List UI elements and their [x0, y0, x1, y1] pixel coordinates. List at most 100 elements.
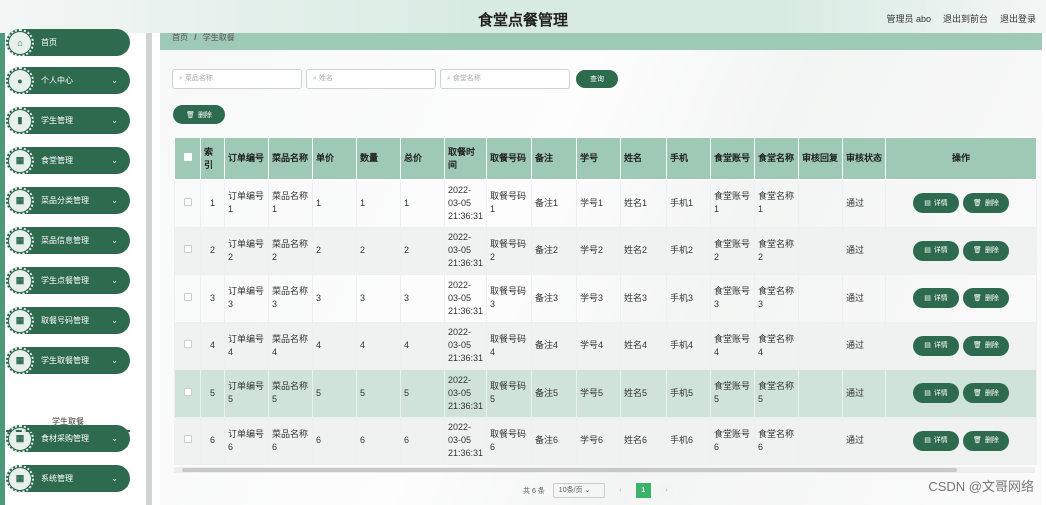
sidebar-item-5[interactable]: ▦ 菜品信息管理 ⌄ — [6, 226, 130, 255]
sidebar-item-1[interactable]: ● 个人中心 ⌄ — [6, 66, 130, 95]
sidebar-item-3[interactable]: ▦ 食堂管理 ⌄ — [6, 146, 130, 175]
cell-code: 取餐号码2 — [486, 226, 532, 275]
column-header[interactable]: 姓名 — [620, 137, 667, 180]
back-to-front-link[interactable]: 退出到前台 — [943, 12, 988, 25]
column-header[interactable]: 数量 — [356, 137, 401, 180]
row-checkbox[interactable] — [174, 179, 201, 228]
cell-idx: 6 — [200, 416, 225, 465]
page-1-button[interactable]: 1 — [635, 483, 651, 498]
column-header[interactable]: 订单编号 — [224, 137, 269, 180]
detail-button[interactable]: ▤ 详情 — [914, 241, 958, 260]
grid-icon: ▦ — [6, 266, 34, 295]
main-content: 首页 / 学生取餐 ⌕ 菜品名称 ⌕ 姓名 ⌕ 食堂名称 查询 🗑 删除 索引 订单… — [160, 33, 1042, 505]
sidebar-item-label: 菜品分类管理 — [41, 196, 89, 205]
cell-note: 备注3 — [531, 274, 577, 323]
column-header[interactable]: 审核回复 — [798, 137, 843, 180]
row-checkbox[interactable] — [174, 226, 201, 275]
column-header[interactable]: 审核状态 — [842, 137, 886, 180]
prev-page-button[interactable]: ‹ — [612, 483, 628, 498]
search-button[interactable]: 查询 — [577, 71, 617, 87]
sidebar-item-0[interactable]: ⌂ 首页 — [6, 28, 130, 57]
delete-label: 删除 — [984, 342, 999, 350]
chevron-down-icon: ⌄ — [111, 236, 118, 245]
delete-button[interactable]: 🗑 删除 — [964, 336, 1008, 355]
sidebar-item-4[interactable]: ▦ 菜品分类管理 ⌄ — [6, 186, 130, 215]
column-header[interactable]: 学号 — [576, 137, 621, 180]
detail-button[interactable]: ▤ 详情 — [914, 384, 958, 403]
next-page-button[interactable]: › — [658, 483, 674, 498]
detail-button[interactable]: ▤ 详情 — [914, 289, 958, 308]
sidebar-item-10[interactable]: ▦ 系统管理 ⌄ — [6, 464, 130, 493]
menu-glyph: ▦ — [15, 275, 25, 285]
logout-link[interactable]: 退出登录 — [1000, 12, 1036, 25]
sidebar-item-8[interactable]: ▦ 学生取餐管理 ⌄ — [6, 346, 130, 375]
sidebar-item-7[interactable]: ▦ 取餐号码管理 ⌄ — [6, 306, 130, 335]
column-header[interactable]: 取餐时间 — [444, 137, 487, 180]
cell-acct: 食堂账号5 — [710, 369, 755, 418]
delete-button[interactable]: 🗑 删除 — [964, 194, 1008, 213]
table-row[interactable]: 5 订单编号5 菜品名称5 5 5 5 2022-03-05 21:36:31 取餐号码5 备注… — [174, 369, 1037, 418]
row-checkbox[interactable] — [174, 369, 201, 418]
delete-button[interactable]: 🗑 删除 — [964, 289, 1008, 308]
menu-glyph: ⌂ — [17, 37, 23, 48]
cell-cname: 食堂名称4 — [754, 321, 799, 370]
column-header[interactable]: 操作 — [885, 137, 1037, 180]
column-header[interactable]: 手机 — [666, 137, 711, 180]
row-checkbox[interactable] — [174, 321, 201, 370]
column-header[interactable]: 备注 — [531, 137, 577, 180]
cell-dish: 菜品名称3 — [268, 274, 313, 323]
grid-icon: ▦ — [6, 226, 34, 255]
page-size-select[interactable]: 10条/页 ⌄ — [552, 483, 605, 498]
delete-button[interactable]: 🗑 删除 — [964, 431, 1008, 450]
sidebar-item-2[interactable]: ▮ 学生管理 ⌄ — [6, 106, 130, 135]
cell-phone: 手机1 — [666, 179, 711, 228]
delete-button[interactable]: 🗑 删除 — [964, 384, 1008, 403]
table-row[interactable]: 2 订单编号2 菜品名称2 2 2 2 2022-03-05 21:36:31 取餐号码2 备注… — [174, 226, 1037, 275]
cell-acct: 食堂账号3 — [710, 274, 755, 323]
column-header[interactable]: 单价 — [312, 137, 357, 180]
table-row[interactable]: 4 订单编号4 菜品名称4 4 4 4 2022-03-05 21:36:31 取餐号码4 备注… — [174, 321, 1037, 370]
detail-button[interactable]: ▤ 详情 — [914, 194, 958, 213]
batch-delete-button[interactable]: 🗑 删除 — [174, 106, 224, 123]
scrollbar-thumb[interactable] — [182, 468, 957, 472]
table-row[interactable]: 1 订单编号1 菜品名称1 1 1 1 2022-03-05 21:36:31 取餐号码1 备注… — [174, 179, 1037, 228]
column-header[interactable]: 食堂名称 — [754, 137, 799, 180]
row-checkbox[interactable] — [174, 416, 201, 465]
column-header[interactable]: 总价 — [400, 137, 445, 180]
delete-button[interactable]: 🗑 删除 — [964, 241, 1008, 260]
detail-label: 详情 — [933, 342, 948, 350]
sidebar-item-label: 菜品信息管理 — [41, 236, 89, 245]
cell-time: 2022-03-05 21:36:31 — [444, 416, 487, 465]
submenu-item-student-pickup[interactable]: 学生取餐 — [6, 412, 130, 432]
cell-cname: 食堂名称2 — [754, 226, 799, 275]
breadcrumb-separator: / — [194, 33, 197, 42]
row-actions: ▤ 详情 🗑 删除 — [885, 321, 1037, 370]
document-icon: ▤ — [924, 389, 931, 397]
menu-glyph: ▦ — [15, 315, 25, 325]
table-row[interactable]: 6 订单编号6 菜品名称6 6 6 6 2022-03-05 21:36:31 取餐号码6 备注… — [174, 416, 1037, 465]
cell-time: 2022-03-05 21:36:31 — [444, 274, 487, 323]
cell-order: 订单编号3 — [224, 274, 269, 323]
column-header[interactable]: 索引 — [200, 137, 225, 180]
column-header[interactable]: 取餐号码 — [486, 137, 532, 180]
row-checkbox[interactable] — [174, 274, 201, 323]
student-name-placeholder: 姓名 — [318, 75, 333, 82]
canteen-name-search[interactable]: ⌕ 食堂名称 — [440, 69, 570, 89]
table-row[interactable]: 3 订单编号3 菜品名称3 3 3 3 2022-03-05 21:36:31 取餐号码3 备注… — [174, 274, 1037, 323]
detail-button[interactable]: ▤ 详情 — [914, 336, 958, 355]
grid-icon: ▦ — [6, 346, 34, 375]
chevron-down-icon: ⌄ — [111, 196, 118, 205]
select-all-checkbox[interactable] — [174, 137, 201, 180]
detail-button[interactable]: ▤ 详情 — [914, 431, 958, 450]
student-name-search[interactable]: ⌕ 姓名 — [306, 69, 436, 89]
sidebar-item-6[interactable]: ▦ 学生点餐管理 ⌄ — [6, 266, 130, 295]
breadcrumb-home[interactable]: 首页 — [172, 33, 188, 42]
column-header[interactable]: 菜品名称 — [268, 137, 313, 180]
cell-phone: 手机6 — [666, 416, 711, 465]
horizontal-scrollbar[interactable] — [174, 467, 1035, 473]
sidebar-item-label: 学生取餐管理 — [41, 356, 89, 365]
table-header-row: 索引 订单编号 菜品名称 单价 数量 总价 取餐时间 取餐号码 备注 学号 姓名 手机 食堂账号 食堂名称… — [174, 137, 1037, 180]
dish-name-search[interactable]: ⌕ 菜品名称 — [172, 69, 302, 89]
sidebar-scrollbar[interactable] — [146, 33, 152, 505]
column-header[interactable]: 食堂账号 — [710, 137, 755, 180]
